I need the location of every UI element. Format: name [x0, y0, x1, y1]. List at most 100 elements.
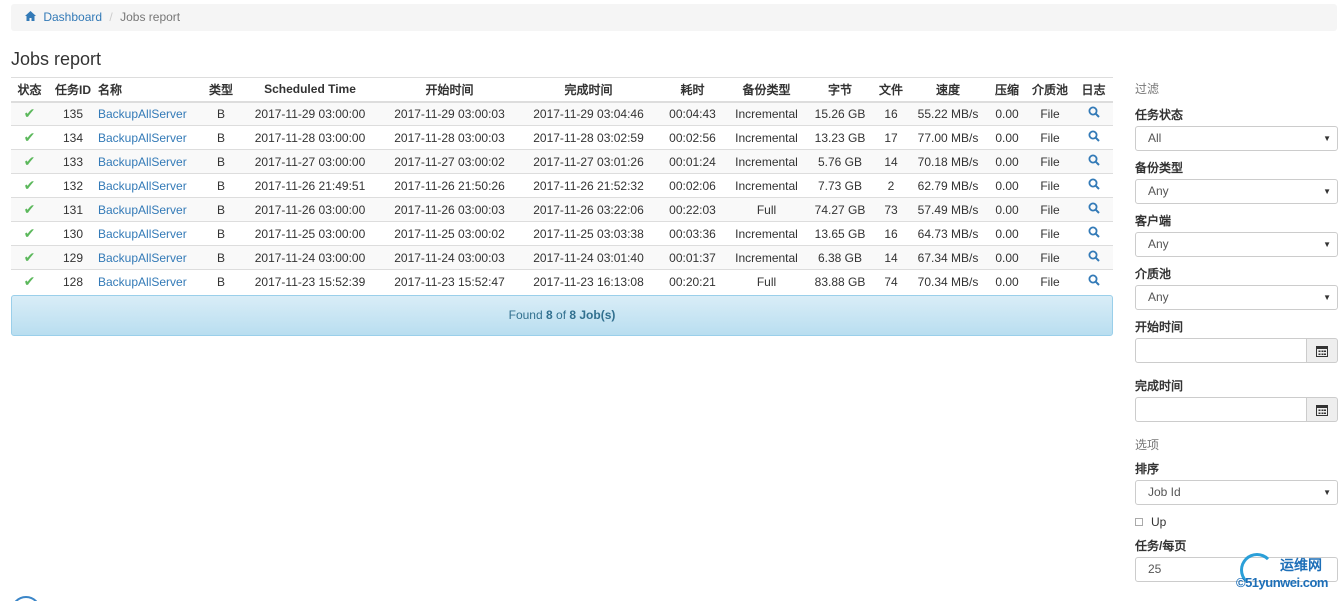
up-checkbox[interactable] [1135, 518, 1143, 526]
cell-type: B [202, 245, 240, 270]
cell-end: 2017-11-26 21:52:32 [519, 173, 658, 198]
job-name-link[interactable]: BackupAllServer [98, 107, 187, 121]
column-header: 开始时间 [380, 77, 519, 103]
search-icon[interactable] [1088, 178, 1100, 193]
cell-level: Full [727, 269, 806, 294]
cell-compression: 0.00 [988, 197, 1026, 222]
found-count: 8 [545, 308, 553, 322]
found-prefix: Found [508, 308, 543, 322]
client-select[interactable]: Any ▼ [1135, 232, 1338, 257]
job-name-link[interactable]: BackupAllServer [98, 227, 187, 241]
end-time-input[interactable] [1135, 397, 1307, 422]
job-name-cell: BackupAllServer [98, 245, 202, 270]
check-icon: ✔ [23, 201, 36, 217]
end-time-field [1135, 397, 1338, 422]
cell-bytes: 13.65 GB [806, 221, 874, 246]
found-bar: Found 8 of 8 Job(s) [11, 295, 1113, 336]
pool-label: 介质池 [1135, 267, 1172, 281]
start-time-input[interactable] [1135, 338, 1307, 363]
cell-type: B [202, 197, 240, 222]
cell-bytes: 13.23 GB [806, 125, 874, 150]
cell-speed: 70.34 MB/s [908, 269, 988, 294]
end-calendar-button[interactable] [1307, 397, 1338, 422]
cell-scheduled: 2017-11-27 03:00:00 [240, 149, 380, 174]
cell-compression: 0.00 [988, 149, 1026, 174]
cell-pool: File [1026, 125, 1074, 150]
job-name-link[interactable]: BackupAllServer [98, 251, 187, 265]
cell-level: Incremental [727, 125, 806, 150]
cell-duration: 00:20:21 [658, 269, 727, 294]
search-icon[interactable] [1088, 250, 1100, 265]
check-icon: ✔ [23, 177, 36, 193]
cell-level: Incremental [727, 101, 806, 126]
cell-start: 2017-11-23 15:52:47 [380, 269, 519, 294]
cell-files: 17 [874, 125, 908, 150]
cell-level: Incremental [727, 245, 806, 270]
cell-type: B [202, 101, 240, 126]
cell-files: 14 [874, 245, 908, 270]
log-cell [1074, 101, 1113, 126]
check-icon: ✔ [23, 273, 36, 290]
log-cell [1074, 245, 1113, 270]
cell-start: 2017-11-29 03:00:03 [380, 101, 519, 126]
cell-pool: File [1026, 221, 1074, 246]
start-calendar-button[interactable] [1307, 338, 1338, 363]
sort-select[interactable]: Job Id ▼ [1135, 480, 1338, 505]
table-row: ✔ 130 BackupAllServer B 2017-11-25 03:00:00 2… [11, 221, 1113, 246]
cell-speed: 64.73 MB/s [908, 221, 988, 246]
cell-speed: 70.18 MB/s [908, 149, 988, 174]
home-icon[interactable] [25, 10, 37, 24]
table-row: ✔ 134 BackupAllServer B 2017-11-28 03:00:00 2… [11, 125, 1113, 150]
search-icon[interactable] [1088, 202, 1100, 217]
search-icon[interactable] [1088, 130, 1100, 145]
job-name-link[interactable]: BackupAllServer [98, 155, 187, 169]
cell-level: Incremental [727, 173, 806, 198]
found-of: of [556, 308, 567, 322]
table-row: ✔ 133 BackupAllServer B 2017-11-27 03:00:00 2… [11, 149, 1113, 174]
status-cell: ✔ [11, 149, 48, 174]
cell-id: 134 [48, 125, 98, 150]
cell-level: Incremental [727, 149, 806, 174]
calendar-icon [1316, 404, 1328, 416]
cell-pool: File [1026, 269, 1074, 294]
check-icon: ✔ [23, 105, 36, 122]
search-icon[interactable] [1088, 274, 1100, 289]
log-cell [1074, 269, 1113, 294]
cell-pool: File [1026, 101, 1074, 126]
cell-start: 2017-11-26 21:50:26 [380, 173, 519, 198]
breadcrumb: Dashboard / Jobs report [11, 4, 1337, 31]
job-name-link[interactable]: BackupAllServer [98, 203, 187, 217]
cell-duration: 00:04:43 [658, 101, 727, 126]
breadcrumb-dashboard-link[interactable]: Dashboard [43, 10, 102, 24]
cell-scheduled: 2017-11-24 03:00:00 [240, 245, 380, 270]
job-name-cell: BackupAllServer [98, 149, 202, 174]
start-time-label: 开始时间 [1135, 320, 1184, 334]
column-header: 名称 [98, 77, 202, 103]
end-time-label: 完成时间 [1135, 379, 1184, 393]
search-icon[interactable] [1088, 106, 1100, 121]
watermark-top-text: 运维网 [1280, 557, 1322, 573]
cell-level: Incremental [727, 221, 806, 246]
search-icon[interactable] [1088, 226, 1100, 241]
cell-start: 2017-11-28 03:00:03 [380, 125, 519, 150]
level-select[interactable]: Any ▼ [1135, 179, 1338, 204]
cell-pool: File [1026, 149, 1074, 174]
scroll-top-icon[interactable] [11, 596, 41, 601]
sort-up-checkbox-row[interactable]: Up [1135, 515, 1338, 529]
cell-id: 128 [48, 269, 98, 294]
column-header: 耗时 [658, 77, 727, 103]
cell-scheduled: 2017-11-23 15:52:39 [240, 269, 380, 294]
column-header: 介质池 [1026, 77, 1074, 103]
search-icon[interactable] [1088, 154, 1100, 169]
pool-select[interactable]: Any ▼ [1135, 285, 1338, 310]
job-name-link[interactable]: BackupAllServer [98, 275, 187, 289]
job-status-value: All [1148, 131, 1162, 145]
cell-compression: 0.00 [988, 269, 1026, 294]
job-name-link[interactable]: BackupAllServer [98, 179, 187, 193]
job-name-cell: BackupAllServer [98, 125, 202, 150]
jobs-table: 状态 任务ID 名称 类型 Scheduled Time 开始时间 完成时间 耗时 备份类型 字节… [11, 77, 1113, 294]
job-name-link[interactable]: BackupAllServer [98, 131, 187, 145]
filter-sidebar: 过滤 任务状态 All ▼ 备份类型 Any ▼ 客户端 Any ▼ 介质池 A… [1135, 80, 1338, 582]
cell-compression: 0.00 [988, 221, 1026, 246]
job-status-select[interactable]: All ▼ [1135, 126, 1338, 151]
